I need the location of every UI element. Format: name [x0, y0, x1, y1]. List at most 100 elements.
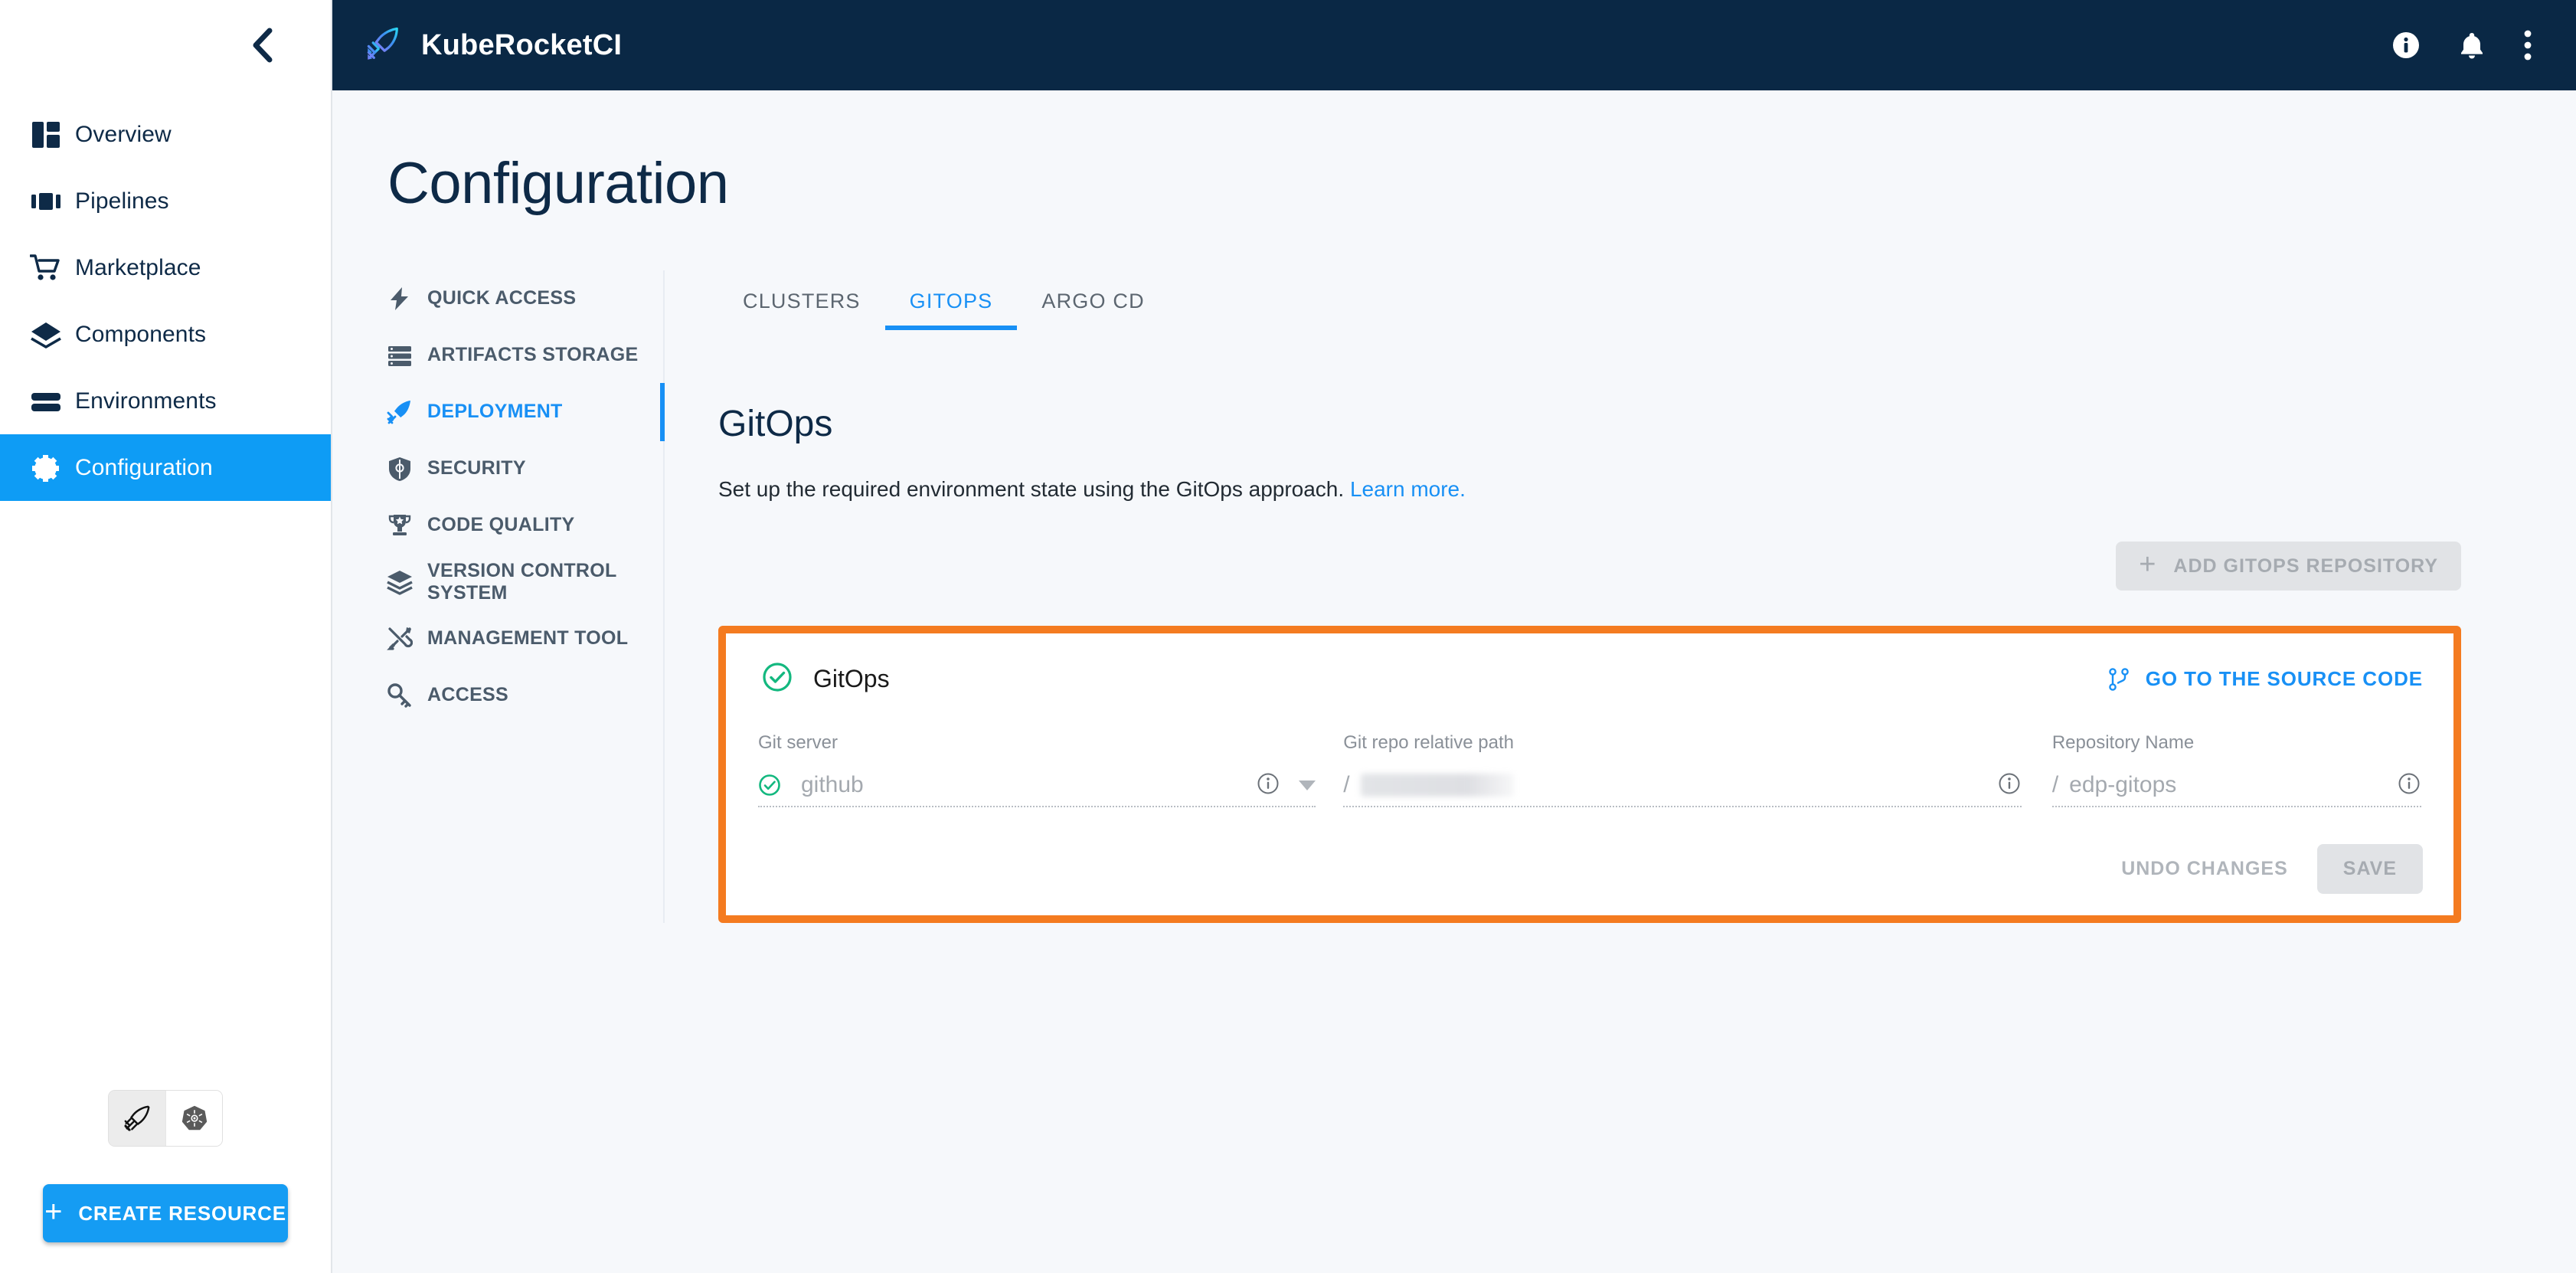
rocket-icon[interactable]	[109, 1091, 165, 1146]
main-region: KubeRocketCI Configuration QUICK ACCESS …	[332, 0, 2576, 1273]
settings-nav-item-management-tool[interactable]: MANAGEMENT TOOL	[372, 610, 663, 667]
sidebar-item-label: Configuration	[75, 454, 213, 480]
settings-nav-label: MANAGEMENT TOOL	[427, 627, 629, 650]
rocket-logo-icon	[366, 26, 401, 65]
app-window: Overview Pipelines Marketplace Component…	[0, 0, 2576, 1273]
tools-icon	[372, 626, 427, 652]
main-nav: Overview Pipelines Marketplace Component…	[0, 90, 331, 501]
sidebar-item-label: Marketplace	[75, 254, 201, 280]
gitops-card-header: GitOps GO TO THE SOURCE CODE	[757, 661, 2423, 697]
undo-changes-button[interactable]: UNDO CHANGES	[2106, 846, 2303, 892]
create-resource-label: CREATE RESOURCE	[78, 1201, 286, 1225]
section-title: GitOps	[718, 404, 833, 444]
save-button[interactable]: SAVE	[2316, 844, 2423, 894]
learn-more-link[interactable]: Learn more.	[1350, 477, 1466, 501]
check-circle-icon	[761, 661, 793, 697]
git-repo-relative-path-input[interactable]: /	[1343, 764, 2022, 807]
tab-gitops[interactable]: GITOPS	[884, 290, 1018, 330]
bell-icon[interactable]	[2457, 30, 2487, 61]
sidebar-item-marketplace[interactable]: Marketplace	[0, 234, 331, 301]
settings-panel: CLUSTERS GITOPS ARGO CD GitOps Set up th…	[665, 270, 2576, 923]
chevron-left-icon[interactable]	[240, 24, 283, 67]
settings-nav-label: CODE QUALITY	[427, 514, 575, 536]
view-mode-toggle	[109, 1091, 222, 1146]
settings-nav-item-quick-access[interactable]: QUICK ACCESS	[372, 270, 663, 327]
sidebar-item-label: Overview	[75, 121, 172, 147]
chevron-down-icon[interactable]	[1299, 780, 1316, 790]
sidebar-item-pipelines[interactable]: Pipelines	[0, 168, 331, 234]
tab-argo-cd[interactable]: ARGO CD	[1017, 290, 1169, 330]
gear-icon	[17, 452, 75, 484]
git-repo-relative-path-adornments	[1997, 771, 2022, 800]
key-icon	[372, 682, 427, 708]
settings-nav-item-code-quality[interactable]: CODE QUALITY	[372, 497, 663, 554]
sidebar-item-components[interactable]: Components	[0, 301, 331, 368]
git-server-input[interactable]: github	[758, 764, 1316, 807]
path-prefix: /	[2051, 772, 2059, 797]
dashboard-icon	[17, 119, 75, 150]
git-branch-icon	[2107, 667, 2130, 692]
git-repo-relative-path-field: Git repo relative path /	[1343, 732, 2022, 810]
info-outline-icon[interactable]	[1256, 771, 1280, 800]
settings-nav-item-security[interactable]: SECURITY	[372, 440, 663, 497]
settings-nav-label: DEPLOYMENT	[427, 401, 563, 423]
settings-nav-item-deployment[interactable]: DEPLOYMENT	[372, 383, 665, 441]
settings-nav-label: VERSION CONTROL SYSTEM	[427, 559, 617, 604]
path-prefix: /	[1343, 772, 1350, 797]
git-server-field: Git server github	[758, 732, 1316, 810]
left-sidebar: Overview Pipelines Marketplace Component…	[0, 0, 332, 1273]
sidebar-item-environments[interactable]: Environments	[0, 368, 331, 434]
page-content: Configuration QUICK ACCESS ARTIFACTS STO…	[332, 90, 2576, 1273]
settings-nav-item-version-control-system[interactable]: VERSION CONTROL SYSTEM	[372, 554, 663, 610]
pipelines-icon	[17, 186, 75, 217]
gitops-card: GitOps GO TO THE SOURCE CODE Git server …	[726, 633, 2453, 915]
settings-nav-item-access[interactable]: ACCESS	[372, 667, 663, 724]
git-server-label: Git server	[758, 732, 839, 753]
page-title: Configuration	[387, 151, 729, 216]
tab-bar: CLUSTERS GITOPS ARGO CD	[718, 270, 2538, 330]
info-outline-icon[interactable]	[2397, 771, 2421, 800]
kubernetes-icon[interactable]	[165, 1091, 222, 1146]
add-gitops-repository-label: ADD GITOPS REPOSITORY	[2173, 555, 2438, 577]
sidebar-item-overview[interactable]: Overview	[0, 101, 331, 168]
plus-icon: +	[44, 1195, 64, 1229]
layers-icon	[17, 319, 75, 350]
info-circle-icon[interactable]	[2391, 30, 2421, 61]
settings-nav-label: ACCESS	[427, 684, 508, 706]
repository-name-label: Repository Name	[2051, 732, 2195, 753]
storage-icon	[372, 342, 427, 368]
check-circle-icon	[758, 774, 781, 797]
shield-icon	[372, 456, 427, 482]
settings-nav: QUICK ACCESS ARTIFACTS STORAGE DEPLOYMEN…	[332, 270, 665, 923]
sidebar-item-label: Environments	[75, 388, 217, 414]
gitops-card-highlight: GitOps GO TO THE SOURCE CODE Git server …	[718, 626, 2461, 923]
redacted-value	[1360, 774, 1514, 797]
settings-nav-label: SECURITY	[427, 457, 526, 479]
sidebar-item-label: Pipelines	[75, 188, 169, 214]
active-indicator	[660, 383, 665, 441]
gitops-card-actions: UNDO CHANGES SAVE	[757, 844, 2423, 894]
add-gitops-repository-button[interactable]: + ADD GITOPS REPOSITORY	[2116, 542, 2461, 591]
repository-name-input[interactable]: / edp-gitops	[2051, 764, 2421, 807]
trophy-icon	[372, 512, 427, 538]
repository-name-adornments	[2397, 771, 2421, 800]
cart-icon	[17, 253, 75, 283]
more-vertical-icon[interactable]	[2522, 28, 2533, 62]
section-description-text: Set up the required environment state us…	[718, 477, 1345, 501]
repository-name-value: edp-gitops	[2069, 772, 2177, 797]
top-bar: KubeRocketCI	[332, 0, 2576, 90]
git-server-value: github	[801, 772, 864, 797]
section-description: Set up the required environment state us…	[718, 477, 2538, 502]
repository-name-field: Repository Name / edp-gitops	[2051, 732, 2421, 810]
sidebar-item-configuration[interactable]: Configuration	[0, 434, 331, 501]
create-resource-button[interactable]: + CREATE RESOURCE	[43, 1184, 288, 1242]
add-row: + ADD GITOPS REPOSITORY	[718, 542, 2538, 591]
tab-clusters[interactable]: CLUSTERS	[718, 290, 885, 330]
info-outline-icon[interactable]	[1997, 771, 2022, 800]
git-server-adornments	[1256, 771, 1316, 800]
brand[interactable]: KubeRocketCI	[366, 26, 622, 65]
gitops-fields: Git server github Git repo relative path…	[757, 732, 2423, 810]
environments-icon	[17, 386, 75, 417]
go-to-source-code-link[interactable]: GO TO THE SOURCE CODE	[2107, 667, 2423, 692]
settings-nav-item-artifacts-storage[interactable]: ARTIFACTS STORAGE	[372, 327, 663, 384]
